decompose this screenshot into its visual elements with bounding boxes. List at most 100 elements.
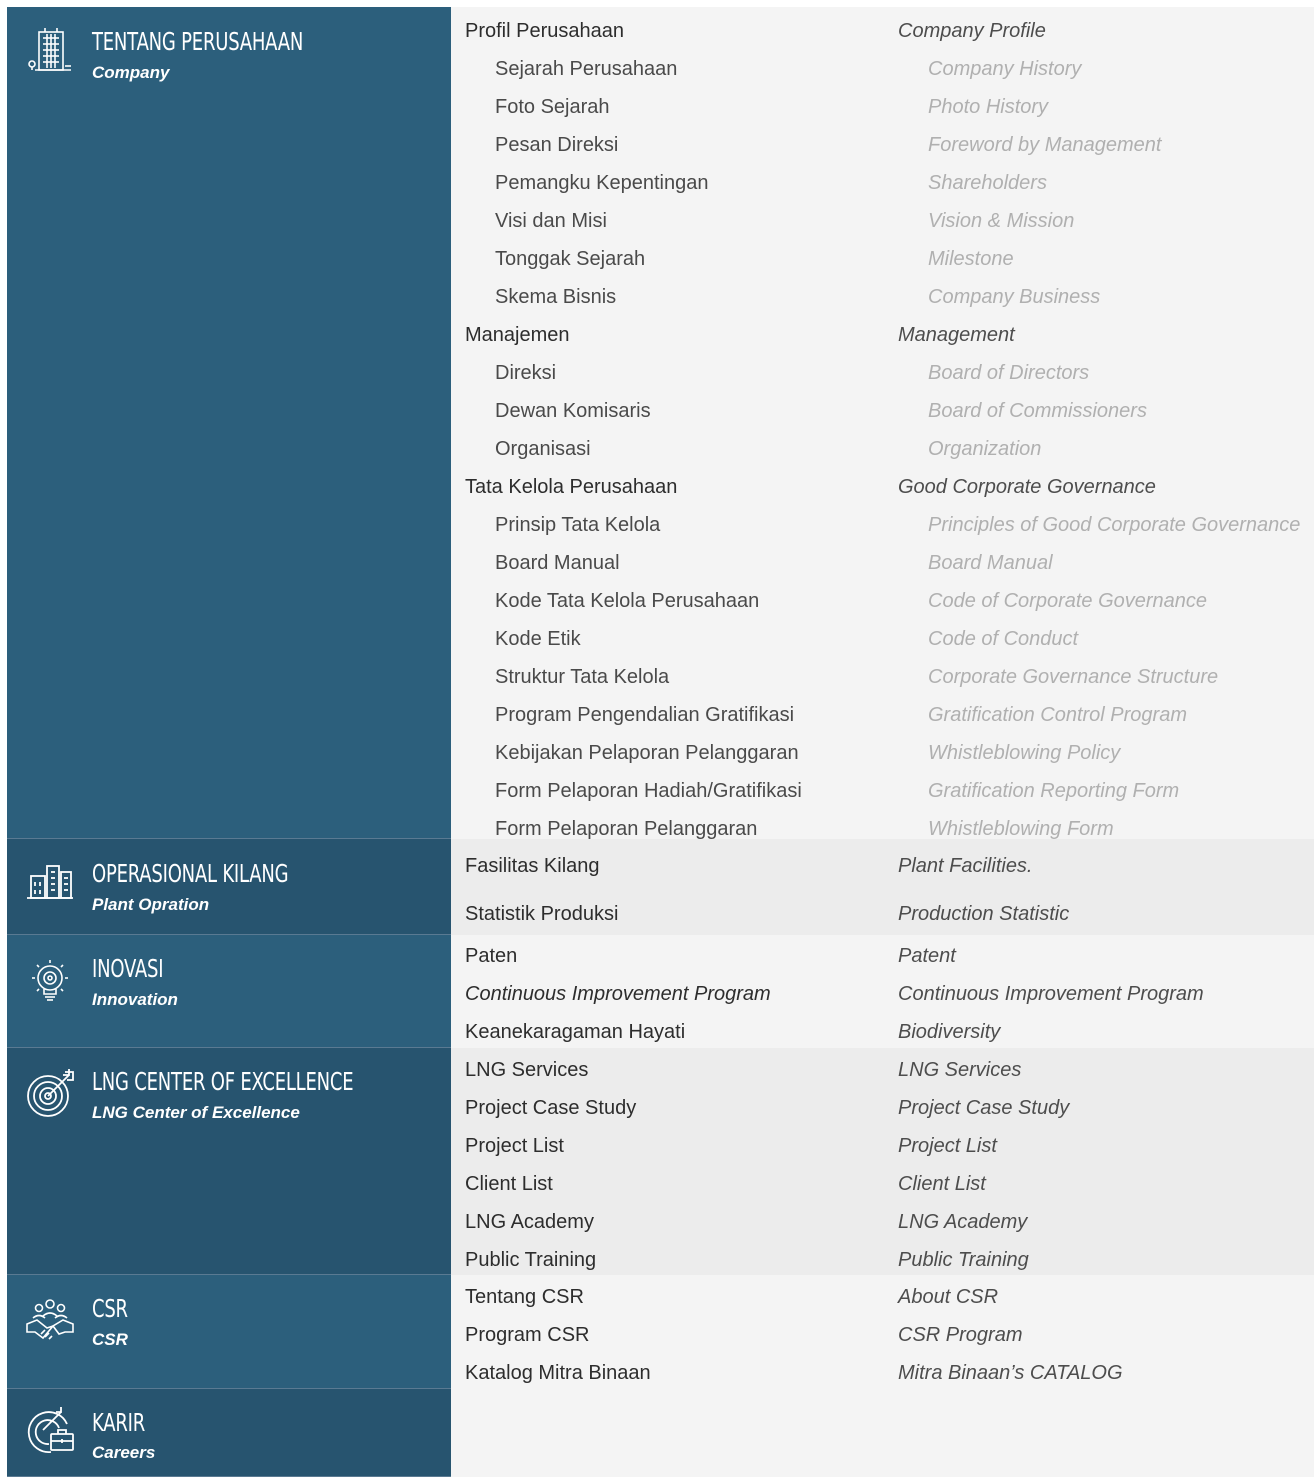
sitemap-link-row[interactable]: Skema Bisnis Company Business — [451, 278, 1314, 316]
link-label-id[interactable]: Keanekaragaman Hayati — [465, 1013, 685, 1051]
link-label-id[interactable]: Direksi — [495, 354, 556, 392]
link-label-id[interactable]: Sejarah Perusahaan — [495, 50, 677, 88]
link-label-en[interactable]: Project List — [898, 1127, 997, 1165]
link-label-en[interactable]: Vision & Mission — [928, 202, 1074, 240]
link-label-en[interactable]: Biodiversity — [898, 1013, 1000, 1051]
sitemap-link-row[interactable]: Kode Etik Code of Conduct — [451, 620, 1314, 658]
sitemap-link-row[interactable]: Project List Project List — [451, 1127, 1314, 1165]
sitemap-link-row[interactable]: Katalog Mitra Binaan Mitra Binaan’s CATAL… — [451, 1354, 1314, 1392]
link-label-en[interactable]: CSR Program — [898, 1316, 1022, 1354]
link-label-en[interactable]: Production Statistic — [898, 890, 1069, 938]
sitemap-link-row[interactable]: Program CSR CSR Program — [451, 1316, 1314, 1354]
link-label-en[interactable]: Continuous Improvement Program — [898, 975, 1204, 1013]
sitemap-link-row[interactable]: Program Pengendalian Gratifikasi Gratific… — [451, 696, 1314, 734]
link-label-en[interactable]: Good Corporate Governance — [898, 468, 1156, 506]
link-label-id[interactable]: Board Manual — [495, 544, 620, 582]
section-header-innovation[interactable]: INOVASI Innovation — [7, 935, 451, 1048]
sitemap-link-row[interactable]: Form Pelaporan Hadiah/Gratifikasi Gratifi… — [451, 772, 1314, 810]
section-header-company[interactable]: TENTANG PERUSAHAAN Company — [7, 7, 451, 839]
link-label-id[interactable]: Client List — [465, 1165, 553, 1203]
section-header-career[interactable]: KARIR Careers — [7, 1389, 451, 1477]
sitemap-link-row[interactable]: Statistik Produksi Production Statistic — [451, 890, 1314, 938]
sitemap-link-row[interactable]: Pemangku Kepentingan Shareholders — [451, 164, 1314, 202]
link-label-id[interactable]: Skema Bisnis — [495, 278, 616, 316]
link-label-en[interactable]: Board Manual — [928, 544, 1053, 582]
sitemap-link-row[interactable]: Visi dan Misi Vision & Mission — [451, 202, 1314, 240]
link-label-id[interactable]: Statistik Produksi — [465, 890, 618, 938]
sitemap-link-row[interactable]: Dewan Komisaris Board of Commissioners — [451, 392, 1314, 430]
link-label-id[interactable]: Kode Etik — [495, 620, 581, 658]
link-label-en[interactable]: Board of Commissioners — [928, 392, 1147, 430]
link-label-id[interactable]: Kebijakan Pelaporan Pelanggaran — [495, 734, 799, 772]
link-label-id[interactable]: Project List — [465, 1127, 564, 1165]
link-label-en[interactable]: About CSR — [898, 1278, 998, 1316]
sitemap-link-row[interactable]: Board Manual Board Manual — [451, 544, 1314, 582]
link-label-en[interactable]: Company History — [928, 50, 1081, 88]
link-label-id[interactable]: Program CSR — [465, 1316, 589, 1354]
link-label-en[interactable]: Client List — [898, 1165, 986, 1203]
sitemap-link-row[interactable]: Kebijakan Pelaporan Pelanggaran Whistlebl… — [451, 734, 1314, 772]
link-label-en[interactable]: Milestone — [928, 240, 1014, 278]
sitemap-link-row[interactable]: Client List Client List — [451, 1165, 1314, 1203]
link-label-id[interactable]: Kode Tata Kelola Perusahaan — [495, 582, 759, 620]
sitemap-link-row[interactable]: Keanekaragaman Hayati Biodiversity — [451, 1013, 1314, 1051]
link-label-en[interactable]: Mitra Binaan’s CATALOG — [898, 1354, 1123, 1392]
link-label-id[interactable]: Paten — [465, 937, 517, 975]
link-label-en[interactable]: LNG Services — [898, 1051, 1021, 1089]
link-label-id[interactable]: Struktur Tata Kelola — [495, 658, 669, 696]
link-label-en[interactable]: Gratification Control Program — [928, 696, 1187, 734]
link-label-id[interactable]: Tonggak Sejarah — [495, 240, 645, 278]
sitemap-link-row[interactable]: Foto Sejarah Photo History — [451, 88, 1314, 126]
link-label-en[interactable]: Principles of Good Corporate Governance — [928, 506, 1300, 544]
sitemap-link-row[interactable]: LNG Academy LNG Academy — [451, 1203, 1314, 1241]
link-label-id[interactable]: Pesan Direksi — [495, 126, 618, 164]
link-label-id[interactable]: Form Pelaporan Hadiah/Gratifikasi — [495, 772, 802, 810]
link-label-id[interactable]: Tentang CSR — [465, 1278, 584, 1316]
sitemap-link-row[interactable]: LNG Services LNG Services — [451, 1051, 1314, 1089]
sitemap-link-row[interactable]: Tentang CSR About CSR — [451, 1278, 1314, 1316]
link-label-id[interactable]: Prinsip Tata Kelola — [495, 506, 660, 544]
link-label-en[interactable]: LNG Academy — [898, 1203, 1027, 1241]
sitemap-link-row[interactable]: Prinsip Tata Kelola Principles of Good Co… — [451, 506, 1314, 544]
link-label-en[interactable]: Photo History — [928, 88, 1048, 126]
link-label-id[interactable]: Manajemen — [465, 316, 570, 354]
link-label-id[interactable]: Tata Kelola Perusahaan — [465, 468, 677, 506]
link-label-id[interactable]: Pemangku Kepentingan — [495, 164, 709, 202]
sitemap-link-row[interactable]: Fasilitas Kilang Plant Facilities. — [451, 842, 1314, 890]
link-label-id[interactable]: Project Case Study — [465, 1089, 636, 1127]
sitemap-link-row[interactable]: Project Case Study Project Case Study — [451, 1089, 1314, 1127]
link-label-en[interactable]: Company Profile — [898, 12, 1046, 50]
link-label-en[interactable]: Board of Directors — [928, 354, 1089, 392]
link-label-en[interactable]: Plant Facilities. — [898, 842, 1033, 890]
link-label-id[interactable]: Organisasi — [495, 430, 591, 468]
sitemap-link-row[interactable]: Kode Tata Kelola Perusahaan Code of Corpo… — [451, 582, 1314, 620]
section-header-plant[interactable]: OPERASIONAL KILANG Plant Opration — [7, 839, 451, 935]
link-label-en[interactable]: Foreword by Management — [928, 126, 1161, 164]
link-label-en[interactable]: Gratification Reporting Form — [928, 772, 1179, 810]
link-label-en[interactable]: Shareholders — [928, 164, 1047, 202]
section-header-csr[interactable]: CSR CSR — [7, 1275, 451, 1389]
sitemap-link-row[interactable]: Tata Kelola Perusahaan Good Corporate Gov… — [451, 468, 1314, 506]
link-label-id[interactable]: Fasilitas Kilang — [465, 842, 600, 890]
link-label-id[interactable]: LNG Academy — [465, 1203, 594, 1241]
link-label-id[interactable]: Foto Sejarah — [495, 88, 610, 126]
link-label-en[interactable]: Public Training — [898, 1241, 1029, 1279]
section-header-lng[interactable]: LNG CENTER OF EXCELLENCE LNG Center of Ex… — [7, 1048, 451, 1275]
sitemap-link-row[interactable]: Organisasi Organization — [451, 430, 1314, 468]
link-label-en[interactable]: Code of Conduct — [928, 620, 1078, 658]
link-label-id[interactable]: Visi dan Misi — [495, 202, 607, 240]
link-label-id[interactable]: Profil Perusahaan — [465, 12, 624, 50]
sitemap-link-row[interactable]: Continuous Improvement Program Continuous… — [451, 975, 1314, 1013]
link-label-en[interactable]: Whistleblowing Policy — [928, 734, 1120, 772]
link-label-id[interactable]: LNG Services — [465, 1051, 588, 1089]
link-label-id[interactable]: Dewan Komisaris — [495, 392, 651, 430]
link-label-en[interactable]: Management — [898, 316, 1015, 354]
sitemap-link-row[interactable]: Profil Perusahaan Company Profile — [451, 12, 1314, 50]
sitemap-link-row[interactable]: Sejarah Perusahaan Company History — [451, 50, 1314, 88]
link-label-en[interactable]: Code of Corporate Governance — [928, 582, 1207, 620]
link-label-en[interactable]: Corporate Governance Structure — [928, 658, 1218, 696]
link-label-id[interactable]: Program Pengendalian Gratifikasi — [495, 696, 794, 734]
sitemap-link-row[interactable]: Manajemen Management — [451, 316, 1314, 354]
sitemap-link-row[interactable]: Pesan Direksi Foreword by Management — [451, 126, 1314, 164]
sitemap-link-row[interactable]: Paten Patent — [451, 937, 1314, 975]
